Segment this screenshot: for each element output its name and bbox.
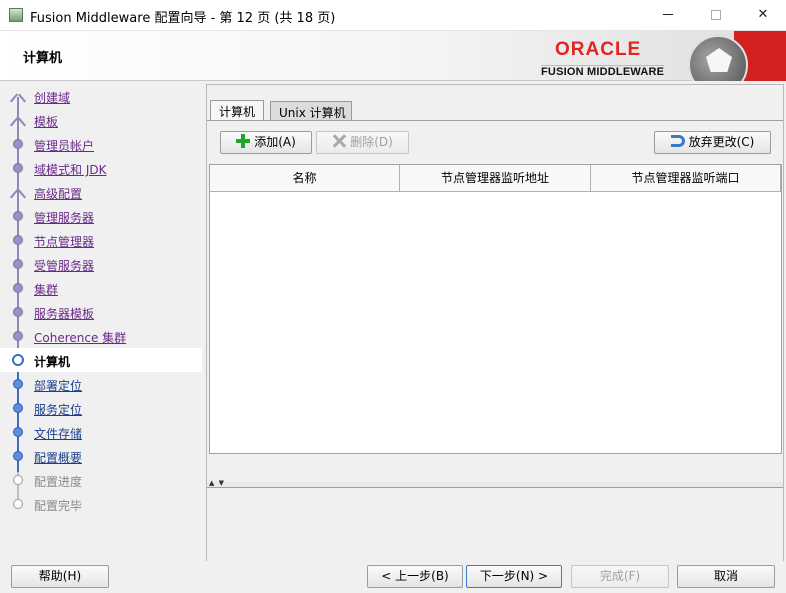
- cancel-button[interactable]: 取消: [677, 565, 775, 588]
- nav-step-4[interactable]: 域模式和 JDK: [0, 156, 202, 180]
- revert-changes-button[interactable]: 放弃更改(C): [654, 131, 771, 154]
- revert-button-label: 放弃更改(C): [688, 135, 755, 149]
- nav-step-13[interactable]: 部署定位: [0, 372, 202, 396]
- nav-step-label: 配置完毕: [34, 499, 83, 513]
- minimize-button[interactable]: [645, 0, 691, 31]
- nav-step-label: 配置进度: [34, 475, 83, 489]
- column-header-listen-port[interactable]: 节点管理器监听端口: [591, 165, 781, 192]
- nav-step-label: 集群: [34, 283, 59, 297]
- machines-table[interactable]: 名称 节点管理器监听地址 节点管理器监听端口: [209, 164, 782, 454]
- nav-step-label: 部署定位: [34, 379, 83, 393]
- nav-step-label: 管理服务器: [34, 211, 95, 225]
- step-marker-icon: [13, 403, 23, 413]
- nav-step-label: 服务器模板: [34, 307, 95, 321]
- step-marker-icon: [13, 139, 23, 149]
- nav-step-11[interactable]: Coherence 集群: [0, 324, 202, 348]
- undo-icon: [670, 135, 685, 147]
- fusion-middleware-logo: FUSION MIDDLEWARE: [541, 65, 665, 78]
- maximize-button[interactable]: [693, 0, 739, 31]
- step-marker-icon: [13, 427, 23, 437]
- nav-step-17: 配置进度: [0, 468, 202, 492]
- step-marker-icon: [13, 235, 23, 245]
- nav-step-16[interactable]: 配置概要: [0, 444, 202, 468]
- step-marker-icon: [13, 259, 23, 269]
- step-marker-icon: [13, 115, 23, 125]
- step-marker-icon: [12, 354, 24, 366]
- step-marker-icon: [13, 499, 23, 509]
- header-graphic: [682, 31, 786, 81]
- pane-splitter[interactable]: ▲ ▼: [207, 479, 783, 488]
- delete-button[interactable]: 删除(D): [316, 131, 409, 154]
- back-button[interactable]: < 上一步(B): [367, 565, 463, 588]
- step-marker-icon: [13, 475, 23, 485]
- nav-step-3[interactable]: 管理员帐户: [0, 132, 202, 156]
- nav-step-7[interactable]: 节点管理器: [0, 228, 202, 252]
- wizard-step-navigation: 创建域模板管理员帐户域模式和 JDK 高级配置管理服务器节点管理器受管服务器集群服…: [0, 82, 202, 552]
- app-icon: [9, 8, 23, 22]
- step-marker-icon: [13, 283, 23, 293]
- main-panel: 计算机 Unix 计算机 添加(A) 删除(D) 放弃更改(C) 名称 节点管理…: [206, 84, 784, 561]
- step-marker-icon: [13, 163, 23, 173]
- nav-step-1[interactable]: 创建域: [0, 84, 202, 108]
- nav-step-9[interactable]: 集群: [0, 276, 202, 300]
- step-marker-icon: [13, 379, 23, 389]
- detail-pane: [207, 489, 783, 561]
- finish-button[interactable]: 完成(F): [571, 565, 669, 588]
- delete-button-label: 删除(D): [350, 135, 393, 149]
- step-marker-icon: [13, 187, 23, 197]
- nav-step-label: 节点管理器: [34, 235, 95, 249]
- maximize-icon: [711, 9, 721, 20]
- close-button[interactable]: ✕: [740, 0, 786, 31]
- nav-step-label: 高级配置: [34, 187, 83, 201]
- oracle-logo: ORACLE: [555, 39, 642, 60]
- nav-step-label: 受管服务器: [34, 259, 95, 273]
- nav-step-label: 域模式和 JDK: [34, 163, 107, 177]
- column-header-name[interactable]: 名称: [210, 165, 400, 192]
- nav-step-label: 计算机: [34, 355, 71, 369]
- tab-divider: [207, 120, 783, 121]
- delete-x-icon: [332, 134, 346, 148]
- nav-step-14[interactable]: 服务定位: [0, 396, 202, 420]
- nav-step-label: 文件存储: [34, 427, 83, 441]
- step-marker-icon: [13, 331, 23, 341]
- nav-step-label: Coherence 集群: [34, 331, 127, 345]
- help-button[interactable]: 帮助(H): [11, 565, 109, 588]
- add-button-label: 添加(A): [254, 135, 296, 149]
- step-marker-icon: [13, 451, 23, 461]
- minimize-icon: [663, 14, 673, 15]
- window-titlebar: Fusion Middleware 配置向导 - 第 12 页 (共 18 页)…: [0, 0, 786, 31]
- tab-machine[interactable]: 计算机: [210, 100, 265, 120]
- nav-step-5[interactable]: 高级配置: [0, 180, 202, 204]
- nav-step-label: 管理员帐户: [34, 139, 95, 153]
- plus-icon: [236, 134, 251, 148]
- splitter-arrows-icon[interactable]: ▲ ▼: [209, 479, 225, 487]
- tab-unix-machine[interactable]: Unix 计算机: [270, 101, 352, 120]
- nav-step-label: 创建域: [34, 91, 71, 105]
- step-marker-icon: [13, 307, 23, 317]
- next-button[interactable]: 下一步(N) >: [466, 565, 562, 588]
- nav-step-12: 计算机: [0, 348, 202, 372]
- nav-step-2[interactable]: 模板: [0, 108, 202, 132]
- window-title: Fusion Middleware 配置向导 - 第 12 页 (共 18 页): [30, 11, 336, 26]
- step-marker-icon: [13, 211, 23, 221]
- wizard-header: 计算机 ORACLE FUSION MIDDLEWARE: [0, 31, 786, 81]
- column-header-listen-address[interactable]: 节点管理器监听地址: [400, 165, 591, 192]
- nav-step-10[interactable]: 服务器模板: [0, 300, 202, 324]
- add-button[interactable]: 添加(A): [220, 131, 312, 154]
- step-marker-icon: [13, 91, 23, 101]
- nav-step-label: 模板: [34, 115, 59, 129]
- nav-step-18: 配置完毕: [0, 492, 202, 516]
- nav-step-6[interactable]: 管理服务器: [0, 204, 202, 228]
- nav-step-8[interactable]: 受管服务器: [0, 252, 202, 276]
- nav-step-label: 配置概要: [34, 451, 83, 465]
- nav-step-label: 服务定位: [34, 403, 83, 417]
- nav-step-15[interactable]: 文件存储: [0, 420, 202, 444]
- page-title: 计算机: [23, 51, 63, 66]
